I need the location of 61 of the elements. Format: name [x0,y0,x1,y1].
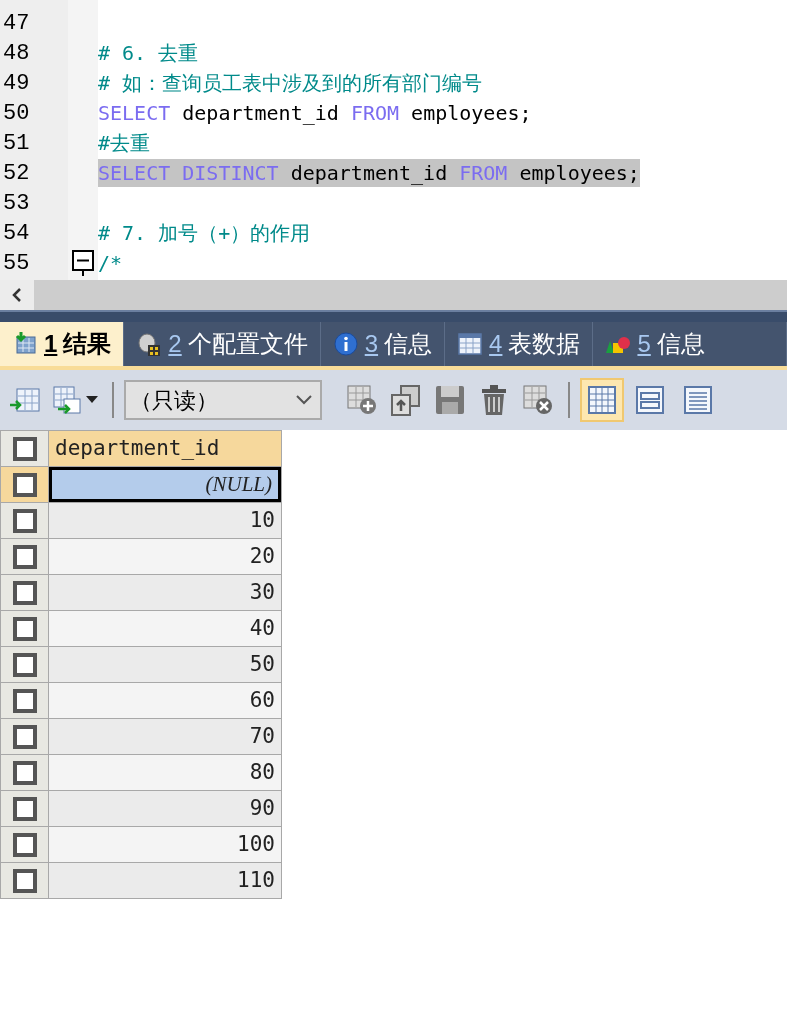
result-tab[interactable]: 3 信息 [320,322,446,366]
table-cell[interactable]: 90 [49,791,281,826]
row-checkbox[interactable] [12,724,37,749]
line-number: 55 [2,249,31,278]
code-line: SELECT department_id FROM employees; [98,100,532,127]
row-checkbox[interactable] [12,436,37,461]
table-cell[interactable]: 10 [49,503,281,538]
mode-dropdown[interactable]: （只读） [124,380,322,420]
column-header[interactable]: department_id [49,431,281,466]
line-number: 54 [2,219,31,248]
collapse-icon[interactable] [72,250,94,276]
line-number: 47 [2,9,31,38]
result-tab[interactable]: 5 信息 [593,322,787,366]
code-line: # 7. 加号（+）的作用 [98,220,311,247]
form-view-icon [635,385,665,415]
row-checkbox[interactable] [12,544,37,569]
view-toggle[interactable] [580,378,624,422]
table-cell[interactable]: (NULL) [49,467,281,502]
row-checkbox[interactable] [12,832,37,857]
table-cell[interactable]: 50 [49,647,281,682]
info-icon [332,331,359,357]
text-view-icon [683,385,713,415]
table-cell[interactable]: 70 [49,719,281,754]
result-tab[interactable]: 4 表数据 [445,322,594,366]
row-checkbox[interactable] [12,652,37,677]
row-checkbox[interactable] [12,580,37,605]
row-checkbox[interactable] [12,796,37,821]
chevron-left-icon [11,288,23,302]
table-cell[interactable]: 110 [49,863,281,898]
row-checkbox[interactable] [12,508,37,533]
code-line: # 如：查询员工表中涉及到的所有部门编号 [98,70,483,97]
line-number: 51 [2,129,31,158]
row-checkbox[interactable] [12,688,37,713]
horizontal-scrollbar[interactable] [0,280,787,310]
table-cell[interactable]: 20 [49,539,281,574]
line-number: 49 [2,69,31,98]
line-number: 52 [2,159,31,188]
table-icon [457,331,484,357]
table-cell[interactable]: 100 [49,827,281,862]
export-table-icon [50,383,84,417]
result-tab[interactable]: 1 结果 [0,322,125,366]
line-number: 53 [2,189,31,218]
code-line: /* [98,250,123,277]
grid-view-icon [587,385,617,415]
result-tab[interactable]: 2 个配置文件 [124,322,321,366]
dropdown-caret-icon [86,396,98,404]
row-checkbox[interactable] [12,472,37,497]
row-checkbox[interactable] [12,868,37,893]
code-line: # 6. 去重 [98,40,199,67]
code-line: #去重 [98,130,151,157]
table-cell[interactable]: 40 [49,611,281,646]
chevron-down-icon [296,395,312,405]
table-cell[interactable]: 30 [49,575,281,610]
line-number: 48 [2,39,31,68]
profile-icon [136,331,163,357]
table-cell[interactable]: 60 [49,683,281,718]
table-cell[interactable]: 80 [49,755,281,790]
scroll-left-button[interactable] [0,280,34,310]
row-checkbox[interactable] [12,616,37,641]
line-number: 50 [2,99,31,128]
row-checkbox[interactable] [12,760,37,785]
